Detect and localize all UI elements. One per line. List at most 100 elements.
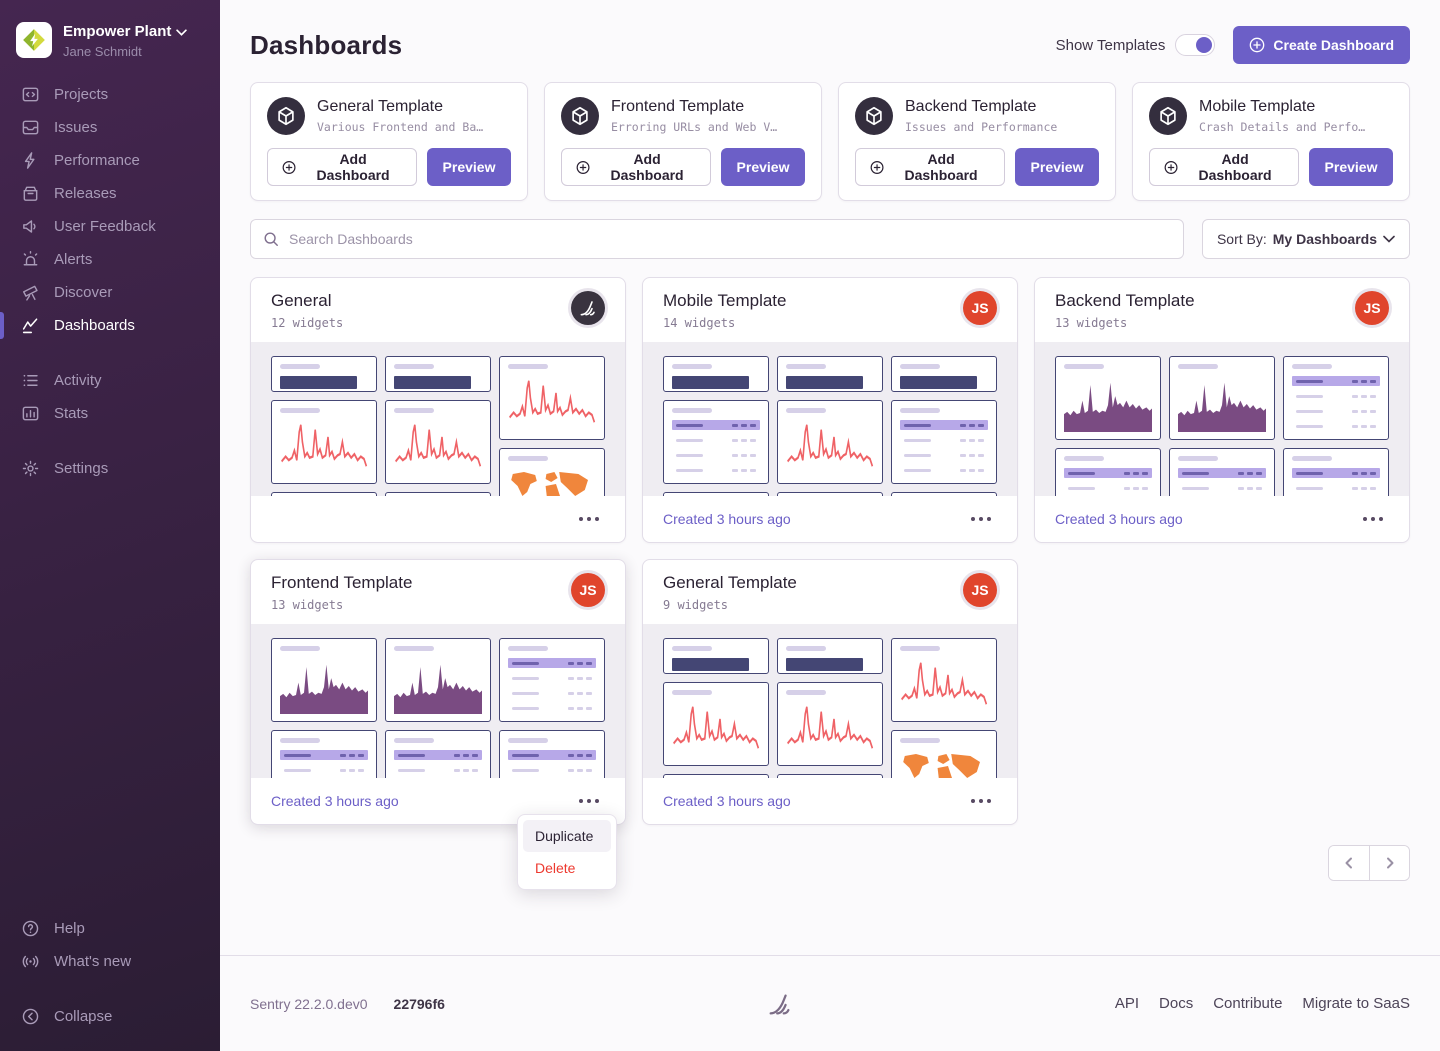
- footer-build-hash: 22796f6: [394, 996, 445, 1012]
- page-title: Dashboards: [250, 30, 402, 61]
- dashboard-preview: [1035, 342, 1409, 496]
- dashboard-card-mobile-template[interactable]: Mobile Template 14 widgets JS Created 3 …: [642, 277, 1018, 543]
- chevron-down-icon: [1383, 235, 1395, 243]
- user-feedback-icon: [21, 217, 40, 236]
- dashboard-title: Backend Template: [1055, 291, 1195, 311]
- sidebar-item-projects[interactable]: Projects: [0, 78, 220, 111]
- sidebar-item-issues[interactable]: Issues: [0, 111, 220, 144]
- stats-icon: [21, 404, 40, 423]
- template-cube-icon: [267, 97, 305, 135]
- show-templates-toggle[interactable]: [1175, 34, 1215, 56]
- sidebar-item-label: Settings: [54, 460, 108, 477]
- template-description: Issues and Performance: [905, 120, 1057, 134]
- dashboard-card-backend-template[interactable]: Backend Template 13 widgets JS Created 3…: [1034, 277, 1410, 543]
- mini-widget-table: [1283, 448, 1389, 496]
- add-dashboard-button[interactable]: Add Dashboard: [561, 148, 711, 186]
- sidebar-item-label: What's new: [54, 953, 131, 970]
- template-card-mobile: Mobile Template Crash Details and Perfor…: [1132, 82, 1410, 201]
- sentry-avatar: [571, 291, 605, 325]
- sidebar-item-label: Releases: [54, 185, 117, 202]
- add-dashboard-button[interactable]: Add Dashboard: [1149, 148, 1299, 186]
- card-menu-button[interactable]: [573, 793, 605, 809]
- chevron-left-icon: [1343, 857, 1355, 869]
- mini-widget-table: [1055, 448, 1161, 496]
- preview-button[interactable]: Preview: [427, 148, 511, 186]
- footer-link-migrate[interactable]: Migrate to SaaS: [1302, 995, 1410, 1012]
- org-name: Empower Plant: [63, 23, 171, 42]
- template-description: Crash Details and Perform…: [1199, 120, 1367, 134]
- sort-by-dropdown[interactable]: Sort By: My Dashboards: [1202, 219, 1410, 259]
- preview-label: Preview: [1325, 159, 1378, 175]
- dashboard-card-general-template[interactable]: General Template 9 widgets JS Created 3 …: [642, 559, 1018, 825]
- mini-widget-line-chart: [777, 400, 883, 484]
- dashboards-icon: [21, 316, 40, 335]
- pagination-next-button[interactable]: [1369, 846, 1409, 880]
- sidebar-item-performance[interactable]: Performance: [0, 144, 220, 177]
- sidebar-item-activity[interactable]: Activity: [0, 364, 220, 397]
- preview-label: Preview: [443, 159, 496, 175]
- card-menu-button[interactable]: [965, 511, 997, 527]
- user-avatar: JS: [571, 573, 605, 607]
- sidebar-item-stats[interactable]: Stats: [0, 397, 220, 430]
- sidebar-item-releases[interactable]: Releases: [0, 177, 220, 210]
- mini-widget-table: [385, 730, 491, 778]
- context-menu-delete[interactable]: Delete: [523, 852, 611, 884]
- template-title: Backend Template: [905, 98, 1057, 116]
- preview-label: Preview: [1031, 159, 1084, 175]
- add-dashboard-label: Add Dashboard: [598, 151, 696, 183]
- dashboard-widget-count: 9 widgets: [663, 598, 797, 612]
- mini-widget-table: [271, 730, 377, 778]
- chevron-right-icon: [1384, 857, 1396, 869]
- sidebar-item-discover[interactable]: Discover: [0, 276, 220, 309]
- dashboard-widget-count: 13 widgets: [1055, 316, 1195, 330]
- card-menu-button[interactable]: [1357, 511, 1389, 527]
- org-switcher[interactable]: Empower Plant Jane Schmidt: [0, 14, 220, 78]
- create-dashboard-button[interactable]: Create Dashboard: [1233, 26, 1410, 64]
- pagination-previous-button[interactable]: [1329, 846, 1369, 880]
- sidebar-item-label: Alerts: [54, 251, 92, 268]
- preview-button[interactable]: Preview: [1309, 148, 1393, 186]
- mini-widget-bignumber: [663, 356, 769, 392]
- card-menu-button[interactable]: [573, 511, 605, 527]
- user-avatar: JS: [1355, 291, 1389, 325]
- dashboard-title: Mobile Template: [663, 291, 786, 311]
- sidebar-item-whats-new[interactable]: What's new: [0, 945, 220, 978]
- dashboard-card-frontend-template[interactable]: Frontend Template 13 widgets JS Created …: [250, 559, 626, 825]
- add-dashboard-button[interactable]: Add Dashboard: [267, 148, 417, 186]
- template-cube-icon: [855, 97, 893, 135]
- sidebar-item-label: Discover: [54, 284, 112, 301]
- card-menu-button[interactable]: [965, 793, 997, 809]
- dashboard-preview: [643, 342, 1017, 496]
- mini-widget-bignumber: [777, 356, 883, 392]
- footer-link-docs[interactable]: Docs: [1159, 995, 1193, 1012]
- mini-widget-table: [1283, 356, 1389, 440]
- mini-widget-line-chart: [271, 400, 377, 484]
- sidebar-collapse-button[interactable]: Collapse: [0, 1000, 220, 1033]
- sidebar-item-settings[interactable]: Settings: [0, 452, 220, 485]
- template-card-general: General Template Various Frontend and Ba…: [250, 82, 528, 201]
- sidebar-item-label: User Feedback: [54, 218, 156, 235]
- sidebar-item-user-feedback[interactable]: User Feedback: [0, 210, 220, 243]
- dashboard-card-general[interactable]: General 12 widgets: [250, 277, 626, 543]
- dashboard-widget-count: 12 widgets: [271, 316, 343, 330]
- context-menu-duplicate[interactable]: Duplicate: [523, 820, 611, 852]
- add-dashboard-button[interactable]: Add Dashboard: [855, 148, 1005, 186]
- issues-icon: [21, 118, 40, 137]
- sidebar-item-dashboards[interactable]: Dashboards: [0, 309, 220, 342]
- preview-button[interactable]: Preview: [1015, 148, 1099, 186]
- mini-widget-world-map: [499, 448, 605, 496]
- search-input[interactable]: [250, 219, 1184, 259]
- sidebar-item-alerts[interactable]: Alerts: [0, 243, 220, 276]
- mini-widget-line-chart: [499, 356, 605, 440]
- card-context-menu: Duplicate Delete: [517, 814, 617, 890]
- dashboard-created: Created 3 hours ago: [663, 511, 791, 527]
- alerts-icon: [21, 250, 40, 269]
- footer-link-contribute[interactable]: Contribute: [1213, 995, 1282, 1012]
- footer-link-api[interactable]: API: [1115, 995, 1139, 1012]
- mini-widget-line-chart: [663, 682, 769, 766]
- preview-label: Preview: [737, 159, 790, 175]
- preview-button[interactable]: Preview: [721, 148, 805, 186]
- sidebar-item-help[interactable]: Help: [0, 912, 220, 945]
- mini-widget-area-chart: [1169, 356, 1275, 440]
- template-card-frontend: Frontend Template Erroring URLs and Web …: [544, 82, 822, 201]
